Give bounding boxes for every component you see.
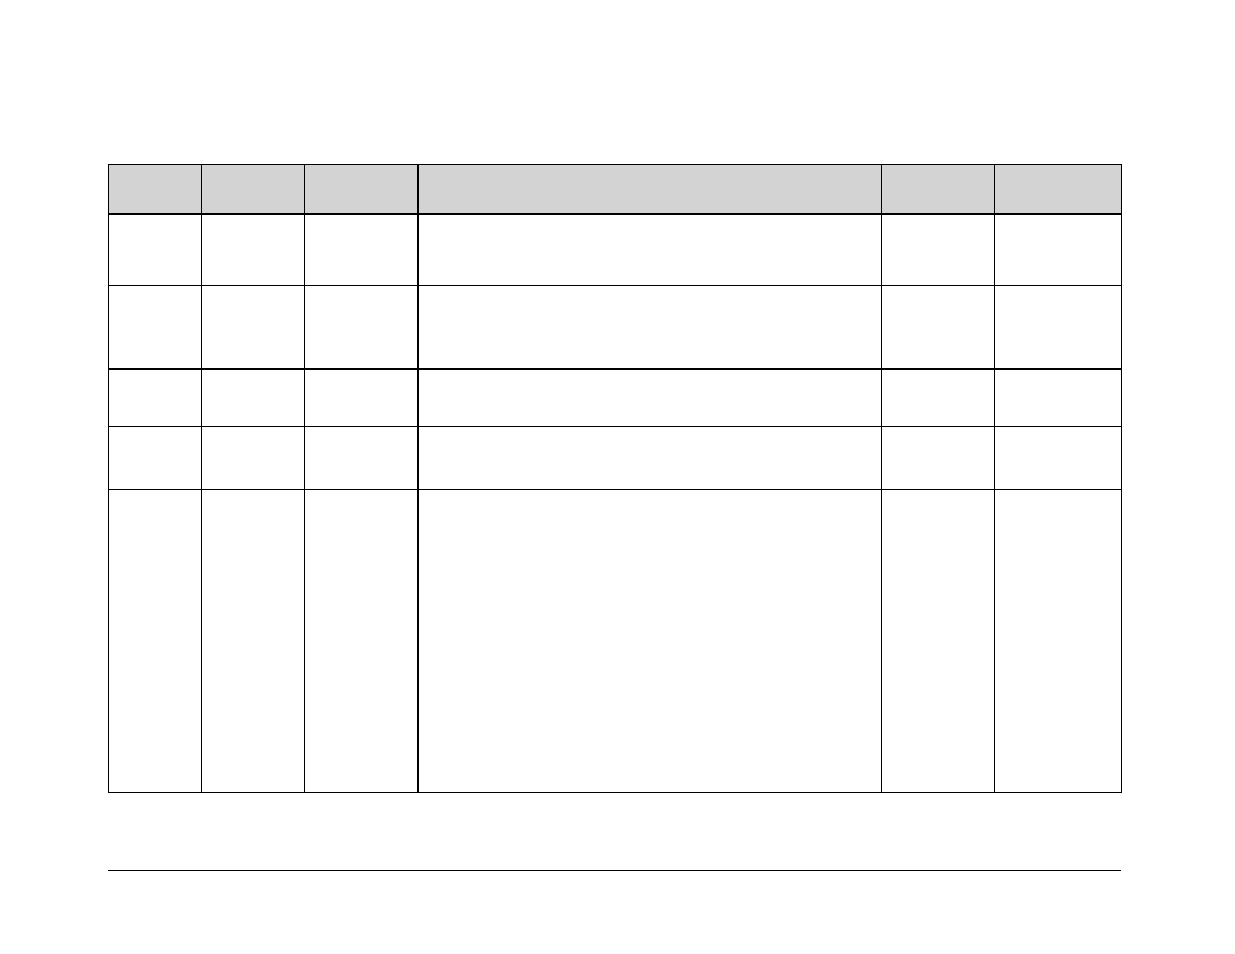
header-cell [418, 165, 882, 215]
table-row [109, 490, 1122, 793]
header-cell [995, 165, 1122, 215]
cell [418, 427, 882, 490]
header-cell [882, 165, 995, 215]
cell [882, 286, 995, 370]
cell [418, 490, 882, 793]
cell [305, 369, 418, 427]
header-cell [305, 165, 418, 215]
cell [202, 369, 305, 427]
table-row [109, 286, 1122, 370]
cell [882, 369, 995, 427]
main-table [108, 164, 1122, 793]
cell [882, 214, 995, 286]
cell [202, 286, 305, 370]
table-row [109, 214, 1122, 286]
cell [882, 427, 995, 490]
cell [995, 427, 1122, 490]
cell [305, 427, 418, 490]
table-header-row [109, 165, 1122, 215]
cell [109, 369, 202, 427]
table-row [109, 427, 1122, 490]
cell [305, 490, 418, 793]
cell [995, 286, 1122, 370]
cell [418, 214, 882, 286]
cell [418, 369, 882, 427]
header-cell [202, 165, 305, 215]
cell [418, 286, 882, 370]
header-cell [109, 165, 202, 215]
cell [109, 490, 202, 793]
table-row [109, 369, 1122, 427]
cell [995, 214, 1122, 286]
cell [109, 427, 202, 490]
cell [995, 490, 1122, 793]
cell [995, 369, 1122, 427]
cell [305, 286, 418, 370]
cell [109, 214, 202, 286]
cell [202, 427, 305, 490]
cell [305, 214, 418, 286]
cell [202, 214, 305, 286]
cell [882, 490, 995, 793]
cell [202, 490, 305, 793]
cell [109, 286, 202, 370]
footer-rule [108, 870, 1121, 871]
